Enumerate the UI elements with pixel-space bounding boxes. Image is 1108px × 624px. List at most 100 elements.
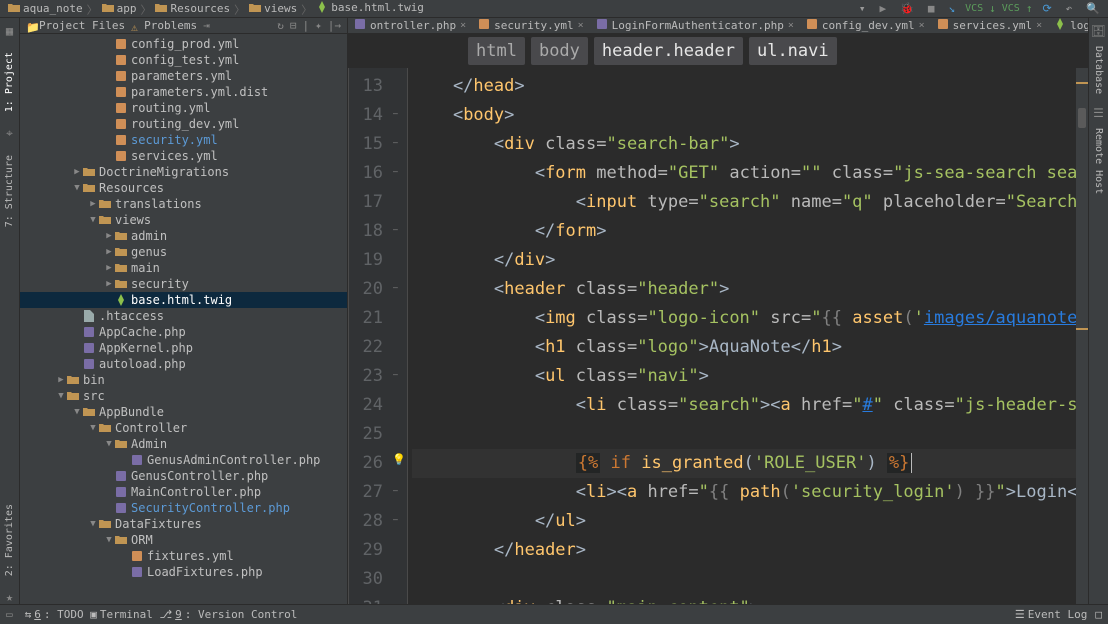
status-□[interactable]: □	[1095, 608, 1102, 621]
vcs-push-icon[interactable]: VCS	[1002, 3, 1020, 14]
remote-host-tool-icon[interactable]: ☰	[1093, 106, 1104, 120]
editor-tab[interactable]: LoginFormAuthenticator.php×	[590, 18, 800, 33]
tree-item[interactable]: ▶bin	[20, 372, 347, 388]
status-tool-todo[interactable]: ⇆ 6: TODO	[25, 608, 84, 621]
tree-arrow-icon[interactable]: ▼	[88, 215, 98, 225]
gear-icon[interactable]: ✦	[315, 19, 322, 32]
tree-item[interactable]: ▼Admin	[20, 436, 347, 452]
tree-item[interactable]: .htaccess	[20, 308, 347, 324]
tree-item[interactable]: security.yml	[20, 132, 347, 148]
breadcrumb-segment[interactable]: views	[245, 1, 301, 16]
editor-tab[interactable]: ontroller.php×	[348, 18, 472, 33]
tree-arrow-icon[interactable]: ▼	[72, 407, 82, 417]
breadcrumb-segment[interactable]: aqua_note	[4, 1, 87, 16]
hide-icon[interactable]: |→	[328, 19, 341, 32]
tree-item[interactable]: ▶DoctrineMigrations	[20, 164, 347, 180]
favorites-tool-icon[interactable]: ★	[6, 590, 13, 604]
status-tool-terminal[interactable]: ▣ Terminal	[90, 608, 153, 621]
tree-arrow-icon[interactable]: ▶	[56, 375, 66, 385]
close-icon[interactable]: ×	[578, 20, 584, 31]
tree-item[interactable]: SecurityController.php	[20, 500, 347, 516]
tree-item[interactable]: GenusAdminController.php	[20, 452, 347, 468]
tree-item[interactable]: ▼DataFixtures	[20, 516, 347, 532]
tree-arrow-icon[interactable]: ▼	[56, 391, 66, 401]
editor-tab[interactable]: security.yml×	[472, 18, 590, 33]
tree-arrow-icon[interactable]: ▶	[72, 167, 82, 177]
rail-favorites[interactable]: 2: Favorites	[4, 500, 15, 580]
tree-item[interactable]: ▶translations	[20, 196, 347, 212]
navigate-back-button[interactable]: ⟳	[1038, 1, 1055, 16]
tree-arrow-icon[interactable]: ▶	[104, 263, 114, 273]
tree-item[interactable]: routing_dev.yml	[20, 116, 347, 132]
project-tree[interactable]: config_prod.ymlconfig_test.ymlparameters…	[20, 34, 347, 604]
tree-item[interactable]: parameters.yml	[20, 68, 347, 84]
tree-arrow-icon[interactable]: ▶	[104, 247, 114, 257]
search-everywhere-button[interactable]: 🔍	[1082, 1, 1104, 16]
tree-arrow-icon[interactable]: ▼	[104, 535, 114, 545]
breadcrumb-node[interactable]: header.header	[594, 37, 743, 65]
tree-item[interactable]: GenusController.php	[20, 468, 347, 484]
debug-button[interactable]: 🐞	[896, 1, 918, 16]
intention-bulb-icon[interactable]: 💡	[392, 453, 406, 466]
undo-button[interactable]: ↶	[1062, 1, 1077, 16]
tree-item[interactable]: fixtures.yml	[20, 548, 347, 564]
tree-arrow-icon[interactable]: ▶	[104, 231, 114, 241]
collapse-all-icon[interactable]: ⊟	[290, 19, 297, 32]
tree-item[interactable]: ▼views	[20, 212, 347, 228]
breadcrumb-segment[interactable]: app	[98, 1, 141, 16]
tree-item[interactable]: AppCache.php	[20, 324, 347, 340]
tree-item[interactable]: ▼AppBundle	[20, 404, 347, 420]
close-icon[interactable]: ×	[919, 20, 925, 31]
breadcrumb-node[interactable]: html	[468, 37, 525, 65]
tree-arrow-icon[interactable]: ▼	[104, 439, 114, 449]
tree-item[interactable]: ▶main	[20, 260, 347, 276]
editor-tabs[interactable]: ontroller.php×security.yml×LoginFormAuth…	[348, 18, 1088, 34]
rail-database[interactable]: Database	[1093, 42, 1104, 98]
close-icon[interactable]: ×	[1036, 20, 1042, 31]
close-icon[interactable]: ×	[460, 20, 466, 31]
tree-item[interactable]: ▶admin	[20, 228, 347, 244]
editor-tab[interactable]: login.html.twig×	[1048, 18, 1088, 33]
tool-windows-toggle[interactable]: ▭	[6, 608, 13, 621]
tree-item[interactable]: LoadFixtures.php	[20, 564, 347, 580]
status-tool-version-control[interactable]: ⎇ 9: Version Control	[159, 608, 297, 621]
status-event-log[interactable]: ☰ Event Log	[1015, 608, 1087, 621]
project-tool-icon[interactable]: ▦	[6, 24, 13, 38]
tree-item[interactable]: AppKernel.php	[20, 340, 347, 356]
breadcrumb-node[interactable]: body	[531, 37, 588, 65]
vcs-pull-icon[interactable]: VCS	[965, 3, 983, 14]
stop-button[interactable]: ■	[924, 1, 939, 16]
tree-item[interactable]: parameters.yml.dist	[20, 84, 347, 100]
scrollbar-thumb[interactable]	[1078, 108, 1086, 128]
tree-item[interactable]: ▼src	[20, 388, 347, 404]
tree-item[interactable]: services.yml	[20, 148, 347, 164]
tree-item[interactable]: base.html.twig	[20, 292, 347, 308]
editor-scrollbar[interactable]	[1076, 68, 1088, 604]
scroll-from-source-icon[interactable]: ↻	[277, 19, 284, 32]
rail-project[interactable]: 1: Project	[4, 48, 15, 116]
dropdown-button[interactable]: ▾	[855, 1, 870, 16]
tree-arrow-icon[interactable]: ▼	[72, 183, 82, 193]
rail-remote-host[interactable]: Remote Host	[1093, 124, 1104, 198]
tree-item[interactable]: routing.yml	[20, 100, 347, 116]
close-icon[interactable]: ×	[788, 20, 794, 31]
tree-arrow-icon[interactable]: ▶	[104, 279, 114, 289]
tree-item[interactable]: ▼Controller	[20, 420, 347, 436]
tree-item[interactable]: ▼ORM	[20, 532, 347, 548]
tree-item[interactable]: ▼Resources	[20, 180, 347, 196]
tabs-overflow-icon[interactable]: ⇥	[203, 19, 210, 32]
run-button[interactable]: ▶	[876, 1, 891, 16]
tree-item[interactable]: config_test.yml	[20, 52, 347, 68]
editor-tab[interactable]: services.yml×	[931, 18, 1049, 33]
breadcrumb-segment[interactable]: base.html.twig	[312, 0, 428, 15]
attach-button[interactable]: ↘	[944, 1, 959, 16]
tree-item[interactable]: ▶genus	[20, 244, 347, 260]
rail-structure[interactable]: 7: Structure	[4, 151, 15, 231]
breadcrumb-segment[interactable]: Resources	[151, 1, 234, 16]
tree-item[interactable]: ▶security	[20, 276, 347, 292]
breadcrumb-node[interactable]: ul.navi	[749, 37, 837, 65]
tree-item[interactable]: autoload.php	[20, 356, 347, 372]
tab-problems[interactable]: ⚠ Problems	[131, 19, 197, 32]
tree-arrow-icon[interactable]: ▶	[88, 199, 98, 209]
database-tool-icon[interactable]: 🗄	[1091, 24, 1106, 38]
